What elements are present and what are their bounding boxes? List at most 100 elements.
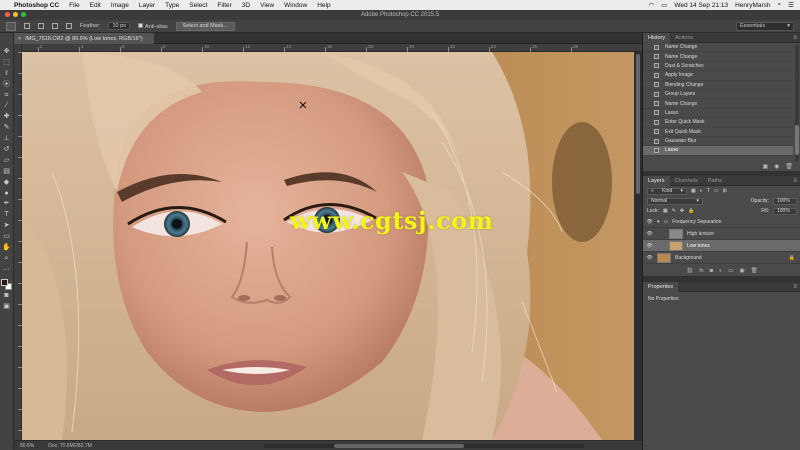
document-canvas[interactable]	[22, 52, 634, 440]
add-mask-icon[interactable]: ◙	[710, 268, 713, 276]
gradient-tool-icon[interactable]: ▤	[2, 167, 12, 177]
history-item[interactable]: Exit Quick Mask	[643, 128, 793, 137]
menu-select[interactable]: Select	[189, 2, 207, 9]
trash-icon[interactable]: 🗑	[751, 268, 758, 276]
zoom-tool-icon[interactable]: ⌕	[2, 254, 12, 264]
quick-mask-icon[interactable]: ◙	[2, 291, 12, 301]
pen-tool-icon[interactable]: ✒	[2, 199, 12, 209]
visibility-eye-icon[interactable]: 👁	[646, 243, 653, 249]
move-tool-icon[interactable]: ✥	[2, 47, 12, 57]
tab-channels[interactable]: Channels	[670, 176, 703, 186]
path-select-tool-icon[interactable]: ➤	[2, 221, 12, 231]
layer-thumbnail[interactable]	[669, 240, 683, 251]
eraser-tool-icon[interactable]: ▱	[2, 156, 12, 166]
menu-view[interactable]: View	[260, 2, 274, 9]
zoom-level[interactable]: 80.6%	[20, 443, 34, 449]
new-selection-icon[interactable]	[24, 23, 30, 29]
layer-name[interactable]: High texture	[687, 231, 714, 237]
workspace-select[interactable]: Essentials ▾	[736, 21, 794, 31]
clone-stamp-tool-icon[interactable]: ⊥	[2, 134, 12, 144]
scrollbar-thumb[interactable]	[795, 125, 799, 155]
filter-pixel-icon[interactable]: ▦	[691, 188, 696, 194]
eyedropper-tool-icon[interactable]: ⁄	[2, 101, 12, 111]
menu-edit[interactable]: Edit	[90, 2, 101, 9]
history-item[interactable]: Dust & Scratches	[643, 62, 793, 72]
scrollbar-thumb[interactable]	[334, 444, 464, 448]
visibility-eye-icon[interactable]: 👁	[646, 219, 653, 225]
blend-mode-select[interactable]: Normal ▾	[647, 197, 703, 205]
menu-3d[interactable]: 3D	[242, 2, 250, 9]
menu-file[interactable]: File	[69, 2, 79, 9]
menu-type[interactable]: Type	[165, 2, 179, 9]
visibility-eye-icon[interactable]: 👁	[646, 255, 653, 261]
layer-row[interactable]: 👁 Background 🔒	[643, 252, 800, 264]
layer-row[interactable]: 👁 Low tones	[643, 240, 800, 252]
select-and-mask-button[interactable]: Select and Mask...	[175, 21, 235, 31]
intersect-selection-icon[interactable]	[66, 23, 72, 29]
link-layers-icon[interactable]: ⛓	[686, 268, 693, 276]
crop-tool-icon[interactable]: ⌗	[2, 91, 12, 101]
blur-tool-icon[interactable]: ◆	[2, 178, 12, 188]
visibility-eye-icon[interactable]: 👁	[646, 231, 653, 237]
new-group-icon[interactable]: ▭	[728, 268, 733, 276]
fill-input[interactable]: 100%	[773, 207, 797, 215]
tool-preset-icon[interactable]	[6, 21, 16, 31]
zoom-window-icon[interactable]	[21, 12, 26, 17]
adjustment-layer-icon[interactable]: ◐	[719, 268, 722, 276]
panel-menu-icon[interactable]: ≡	[793, 178, 797, 184]
close-window-icon[interactable]	[5, 12, 10, 17]
lock-transparent-icon[interactable]: ▦	[663, 208, 668, 214]
history-item[interactable]: Gaussian Blur	[643, 137, 793, 147]
filter-type-icon[interactable]: T	[707, 188, 710, 194]
tab-properties[interactable]: Properties	[643, 281, 679, 292]
history-item[interactable]: Lasso	[643, 146, 793, 156]
healing-brush-tool-icon[interactable]: ✚	[2, 112, 12, 122]
shape-tool-icon[interactable]: ▭	[2, 232, 12, 242]
lock-all-icon[interactable]: 🔒	[688, 208, 694, 214]
app-menu[interactable]: Photoshop CC	[14, 2, 59, 9]
doc-info[interactable]: Doc: 70.6M/282.7M	[48, 443, 92, 449]
filter-smart-icon[interactable]: ⊞	[723, 188, 727, 194]
filter-adjustment-icon[interactable]: ◐	[700, 188, 703, 194]
dodge-tool-icon[interactable]: ●	[2, 189, 12, 199]
foreground-color-swatch[interactable]	[1, 278, 8, 286]
lock-image-icon[interactable]: ✎	[672, 208, 676, 214]
menu-filter[interactable]: Filter	[217, 2, 231, 9]
hand-tool-icon[interactable]: ✋	[2, 243, 12, 253]
filter-shape-icon[interactable]: ▭	[714, 188, 719, 194]
lasso-tool-icon[interactable]: ℓ	[2, 69, 12, 79]
new-layer-icon[interactable]: ▣	[739, 268, 744, 276]
tab-paths[interactable]: Paths	[703, 176, 727, 186]
battery-icon[interactable]: ▭	[661, 1, 667, 9]
wifi-icon[interactable]: ◠	[649, 1, 655, 9]
history-item[interactable]: Lasso	[643, 109, 793, 119]
history-brush-tool-icon[interactable]: ↺	[2, 145, 12, 155]
layer-thumbnail[interactable]	[669, 228, 683, 239]
add-selection-icon[interactable]	[38, 23, 44, 29]
layer-thumbnail[interactable]	[657, 252, 671, 263]
close-tab-icon[interactable]: ×	[18, 36, 21, 42]
quick-select-tool-icon[interactable]: ⦿	[2, 80, 12, 90]
layer-name[interactable]: Low tones	[687, 243, 710, 249]
panel-menu-icon[interactable]: ≡	[793, 35, 797, 41]
history-item[interactable]: Group Layers	[643, 90, 793, 100]
history-item[interactable]: Apply Image	[643, 71, 793, 81]
minimize-window-icon[interactable]	[13, 12, 18, 17]
trash-icon[interactable]: 🗑	[785, 163, 793, 171]
anti-alias-checkbox[interactable]: Anti-alias	[137, 22, 168, 30]
menu-help[interactable]: Help	[317, 2, 330, 9]
marquee-tool-icon[interactable]: ⬚	[2, 58, 12, 68]
menu-window[interactable]: Window	[284, 2, 307, 9]
notification-icon[interactable]: ☰	[788, 1, 794, 9]
feather-input[interactable]: 10 px	[108, 22, 130, 30]
scrollbar-thumb[interactable]	[636, 54, 640, 194]
history-item[interactable]: Name Change	[643, 43, 793, 53]
history-item[interactable]: Enter Quick Mask	[643, 118, 793, 128]
lock-icon[interactable]: 🔒	[789, 255, 795, 261]
layer-row[interactable]: 👁 ▾ ▭ Frequency Separation	[643, 216, 800, 228]
subtract-selection-icon[interactable]	[52, 23, 58, 29]
screen-mode-icon[interactable]: ▣	[2, 302, 12, 312]
brush-tool-icon[interactable]: ✎	[2, 123, 12, 133]
new-document-from-state-icon[interactable]: ▣	[762, 163, 768, 171]
snapshot-icon[interactable]: ◉	[774, 163, 779, 171]
